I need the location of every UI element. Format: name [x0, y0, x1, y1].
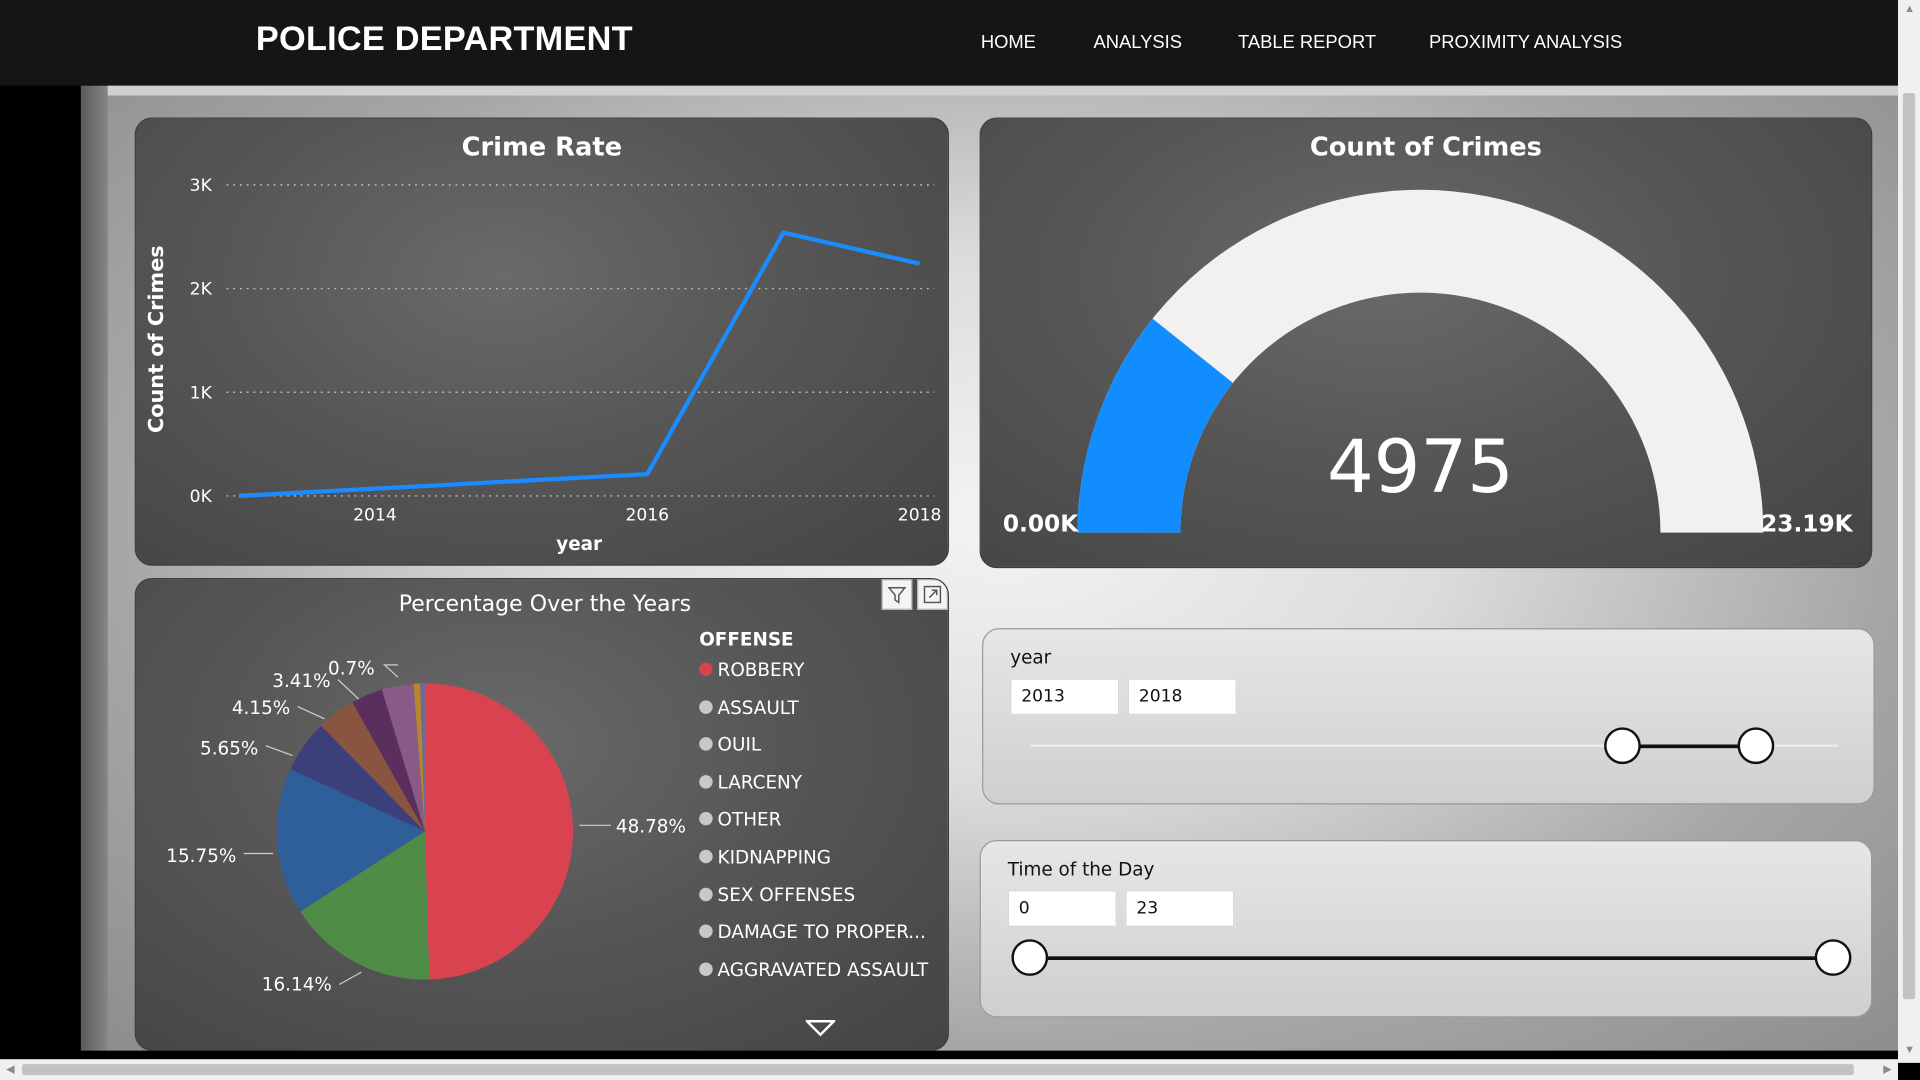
- x-tick-label: 2014: [353, 505, 397, 525]
- crime-rate-line[interactable]: [238, 230, 921, 499]
- pie-data-label: 3.41%: [272, 671, 330, 692]
- legend-item[interactable]: SEX OFFENSES: [699, 884, 855, 906]
- year-slicer: year 2013 2018: [982, 628, 1875, 805]
- filter-icon[interactable]: [881, 579, 913, 610]
- gauge-value: 4975: [1327, 425, 1514, 510]
- pie-leader-line: [297, 705, 325, 720]
- year-to-input[interactable]: 2018: [1127, 678, 1237, 716]
- gauge-chart: 4975 0.00K 23.19K: [1003, 189, 1854, 537]
- pie-data-label: 15.75%: [166, 846, 236, 867]
- legend-item[interactable]: KIDNAPPING: [699, 846, 831, 868]
- legend-item[interactable]: AGGRAVATED ASSAULT: [699, 959, 928, 981]
- pie-leader-line: [338, 971, 362, 986]
- time-slider-end-handle[interactable]: [1814, 939, 1852, 976]
- legend-label: DAMAGE TO PROPER...: [717, 921, 926, 944]
- pie-data-label: 0.7%: [328, 659, 375, 680]
- legend-label: ASSAULT: [717, 696, 799, 719]
- legend-marker-icon: [699, 699, 713, 714]
- legend-label: SEX OFFENSES: [717, 883, 856, 906]
- gauge-max-label: 23.19K: [1761, 510, 1854, 537]
- legend-item[interactable]: OUIL: [699, 734, 761, 756]
- time-from-input[interactable]: 0: [1007, 890, 1117, 927]
- legend-item[interactable]: LARCENY: [699, 771, 802, 793]
- legend-item[interactable]: ROBBERY: [699, 659, 804, 681]
- time-slider-range[interactable]: [1029, 956, 1834, 961]
- legend-label: AGGRAVATED ASSAULT: [717, 958, 929, 981]
- pie-data-label: 16.14%: [262, 975, 332, 996]
- crime-rate-card[interactable]: Crime Rate 3K 2K 1K 0K 2014 2016 2018 Count o…: [134, 117, 949, 566]
- legend-marker-icon: [699, 849, 713, 864]
- time-slider-start-handle[interactable]: [1011, 939, 1049, 976]
- year-slicer-label: year: [1010, 646, 1052, 669]
- legend-marker-icon: [699, 812, 713, 826]
- percentage-card[interactable]: Percentage Over the Years 48.78% 16.14% 15…: [134, 577, 949, 1051]
- pie-slice[interactable]: [424, 683, 574, 980]
- scroll-down-icon[interactable]: ▼: [1904, 1043, 1915, 1055]
- legend-marker-icon: [699, 774, 713, 789]
- pie-chart: 48.78% 16.14% 15.75% 5.65% 4.15% 3.41%0.7%: [166, 659, 686, 996]
- pie-data-label: 5.65%: [200, 738, 258, 759]
- crime-rate-xlabel: year: [556, 534, 602, 555]
- scroll-right-icon[interactable]: ▶: [1883, 1063, 1891, 1076]
- vertical-scroll-thumb[interactable]: [1902, 93, 1916, 1000]
- legend-label: KIDNAPPING: [717, 846, 832, 869]
- legend-label: OTHER: [717, 808, 782, 831]
- nav-table-report[interactable]: TABLE REPORT: [1238, 32, 1376, 53]
- focus-mode-icon[interactable]: [917, 579, 948, 610]
- x-tick-label: 2018: [898, 505, 942, 525]
- vertical-scrollbar[interactable]: ▲ ▼: [1897, 0, 1920, 1063]
- y-tick-label: 2K: [190, 280, 213, 300]
- pie-data-label: 48.78%: [616, 817, 686, 838]
- legend-marker-icon: [699, 924, 713, 939]
- legend-marker-icon: [699, 887, 713, 901]
- pie-data-label: 4.15%: [232, 698, 290, 719]
- legend-title: OFFENSE: [699, 628, 794, 651]
- left-edge-panel: [80, 85, 111, 1051]
- pie-leader-line: [382, 664, 399, 678]
- top-nav-bar: POLICE DEPARTMENT HOME ANALYSIS TABLE RE…: [0, 0, 1898, 86]
- crime-rate-ylabel: Count of Crimes: [144, 245, 168, 433]
- time-of-day-slicer: Time of the Day 0 23: [979, 840, 1873, 1018]
- time-slicer-label: Time of the Day: [1007, 858, 1155, 881]
- app-title: POLICE DEPARTMENT: [255, 19, 633, 58]
- time-to-input[interactable]: 23: [1125, 890, 1235, 927]
- y-tick-label: 3K: [190, 176, 213, 196]
- year-slider-end-handle[interactable]: [1737, 727, 1775, 765]
- legend-item[interactable]: ASSAULT: [699, 696, 799, 718]
- horizontal-scrollbar[interactable]: ◀ ▶: [0, 1059, 1898, 1080]
- scroll-left-icon[interactable]: ◀: [6, 1063, 14, 1076]
- count-of-crimes-card[interactable]: Count of Crimes 4975 0.00K 23.19K: [979, 117, 1873, 569]
- left-black-strip: [0, 85, 81, 1051]
- horizontal-scroll-thumb[interactable]: [22, 1064, 1854, 1076]
- nav-home[interactable]: HOME: [981, 32, 1036, 53]
- nav-proximity-analysis[interactable]: PROXIMITY ANALYSIS: [1429, 32, 1622, 53]
- canvas-top-line: [107, 85, 1898, 96]
- crime-rate-chart: 3K 2K 1K 0K 2014 2016 2018 Count of Crimes ye…: [144, 176, 942, 555]
- legend-marker-icon: [699, 962, 713, 976]
- y-tick-label: 0K: [190, 487, 213, 507]
- legend-label: LARCENY: [717, 771, 803, 794]
- pie-leader-line: [337, 679, 360, 700]
- legend-label: OUIL: [717, 733, 762, 756]
- nav-analysis[interactable]: ANALYSIS: [1093, 32, 1181, 53]
- app-root: POLICE DEPARTMENT HOME ANALYSIS TABLE RE…: [0, 0, 1920, 1080]
- legend-label: ROBBERY: [717, 658, 805, 681]
- legend-marker-icon: [699, 662, 713, 676]
- gauge-min-label: 0.00K: [1003, 510, 1079, 537]
- legend-marker-icon: [699, 737, 713, 751]
- year-from-input[interactable]: 2013: [1010, 678, 1120, 716]
- legend-scroll-down-icon[interactable]: [805, 1020, 836, 1037]
- scroll-up-icon[interactable]: ▲: [1904, 2, 1915, 14]
- year-slider-start-handle[interactable]: [1604, 727, 1641, 765]
- legend-item[interactable]: OTHER: [699, 809, 781, 831]
- y-tick-label: 1K: [190, 383, 213, 403]
- x-tick-label: 2016: [625, 505, 669, 525]
- legend-item[interactable]: DAMAGE TO PROPER...: [699, 921, 926, 943]
- pie-leader-line: [265, 745, 293, 757]
